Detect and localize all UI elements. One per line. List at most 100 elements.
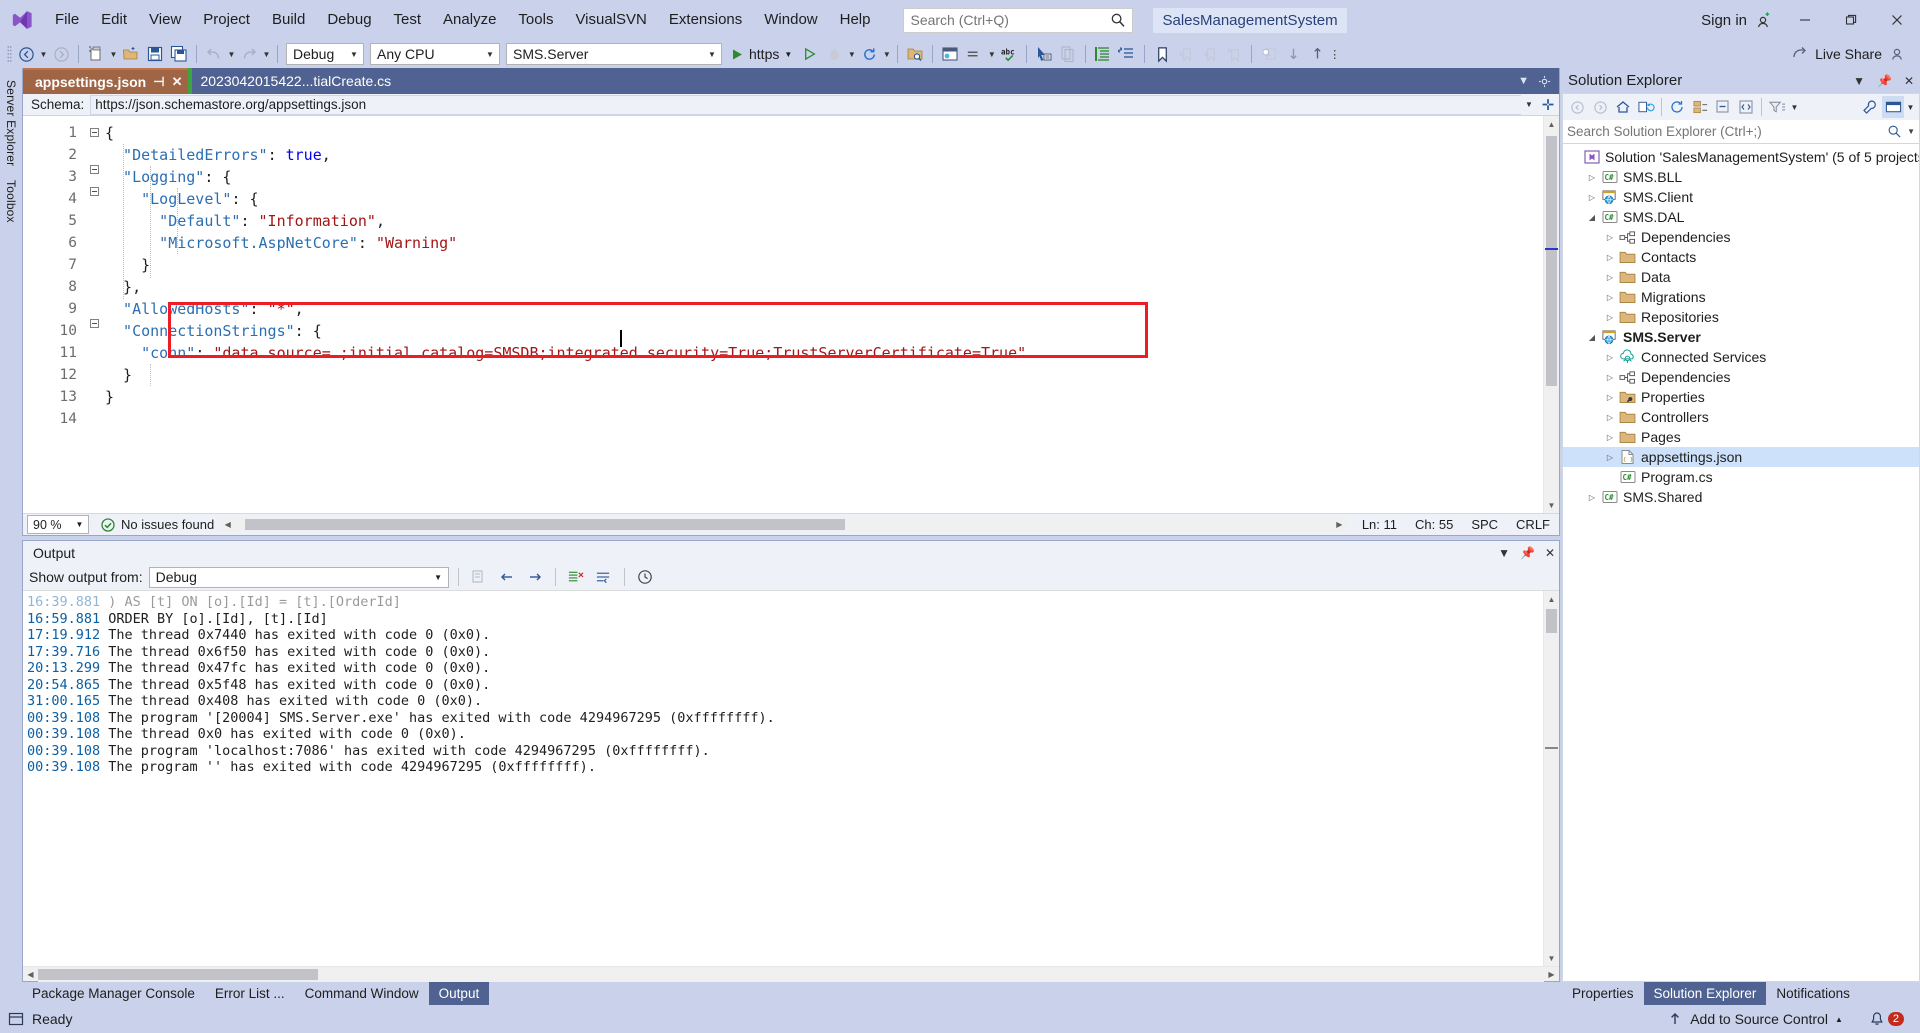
forward-button[interactable] <box>1589 96 1611 118</box>
chevron-right-icon[interactable]: ▷ <box>1603 433 1617 442</box>
fold-toggle-line-3[interactable] <box>89 165 99 174</box>
code-line[interactable]: { <box>105 122 1543 144</box>
window-layout-button[interactable] <box>938 42 962 66</box>
issues-indicator[interactable]: No issues found <box>101 517 214 532</box>
chevron-right-icon[interactable]: ▷ <box>1603 313 1617 322</box>
schema-dropdown-icon[interactable]: ▼ <box>1521 100 1537 109</box>
sidebar-item-toolbox[interactable]: Toolbox <box>4 180 18 223</box>
tab-list-dropdown-icon[interactable]: ▼ <box>1518 75 1529 87</box>
code-text[interactable]: { "DetailedErrors": true, "Logging": { "… <box>105 116 1543 513</box>
filter-dropdown-icon[interactable]: ▼ <box>1789 103 1800 112</box>
new-project-dropdown[interactable]: ▼ <box>108 50 119 59</box>
code-line[interactable]: } <box>105 364 1543 386</box>
dock-tab-output[interactable]: Output <box>428 982 490 1005</box>
menu-analyze[interactable]: Analyze <box>432 0 507 40</box>
solution-tree[interactable]: Solution 'SalesManagementSystem' (5 of 5… <box>1562 144 1920 982</box>
code-line[interactable]: "LogLevel": { <box>105 188 1543 210</box>
chevron-right-icon[interactable]: ▷ <box>1603 353 1617 362</box>
tree-item[interactable]: ▷ Connected Services <box>1563 347 1919 367</box>
tree-item[interactable]: ▷ Dependencies <box>1563 367 1919 387</box>
sidebar-item-server-explorer[interactable]: Server Explorer <box>4 80 18 166</box>
chevron-right-icon[interactable]: ▷ <box>1603 373 1617 382</box>
scroll-up-icon[interactable]: ▲ <box>1544 116 1559 132</box>
schema-value[interactable]: https://json.schemastore.org/appsettings… <box>90 94 1521 115</box>
undo-button[interactable] <box>202 42 226 66</box>
dock-tab-solution-explorer[interactable]: Solution Explorer <box>1643 982 1767 1005</box>
hscroll-track[interactable] <box>235 517 1332 532</box>
preview-selected-items-button[interactable] <box>1882 96 1904 118</box>
view-code-button[interactable] <box>1735 96 1757 118</box>
tree-item[interactable]: ◢ SMS.Server <box>1563 327 1919 347</box>
output-dropdown-icon[interactable]: ▼ <box>1498 546 1510 560</box>
code-line[interactable]: "AllowedHosts": "*", <box>105 298 1543 320</box>
output-source-combo[interactable]: Debug ▼ <box>148 566 449 588</box>
search-icon[interactable] <box>1887 124 1902 139</box>
code-line[interactable]: } <box>105 254 1543 276</box>
chevron-right-icon[interactable]: ▷ <box>1603 233 1617 242</box>
solution-platform-combo[interactable]: Any CPU ▼ <box>370 43 500 65</box>
chevron-right-icon[interactable]: ▷ <box>1585 193 1599 202</box>
output-hscroll-track[interactable] <box>38 966 1544 982</box>
undo-dropdown[interactable]: ▼ <box>226 50 237 59</box>
redo-button[interactable] <box>237 42 261 66</box>
properties-button[interactable] <box>1859 96 1881 118</box>
find-all-references-button[interactable] <box>1257 42 1281 66</box>
refresh-button[interactable] <box>857 42 881 66</box>
clear-bookmarks-button[interactable] <box>1222 42 1246 66</box>
back-button[interactable] <box>1566 96 1588 118</box>
chevron-right-icon[interactable]: ▷ <box>1603 413 1617 422</box>
tree-item[interactable]: C# Program.cs <box>1563 467 1919 487</box>
tab-initial-create-cs[interactable]: 2023042015422...tialCreate.cs <box>188 68 398 94</box>
go-to-next-message-button[interactable] <box>524 566 546 588</box>
hot-reload-button[interactable] <box>822 42 846 66</box>
home-button[interactable] <box>1612 96 1634 118</box>
code-line[interactable]: "Microsoft.AspNetCore": "Warning" <box>105 232 1543 254</box>
code-line[interactable]: }, <box>105 276 1543 298</box>
editor-vertical-scrollbar[interactable]: ▲ ▼ <box>1543 116 1559 513</box>
tab-settings-gear-icon[interactable] <box>1538 75 1551 88</box>
menu-extensions[interactable]: Extensions <box>658 0 753 40</box>
chevron-right-icon[interactable]: ▷ <box>1603 253 1617 262</box>
menu-window[interactable]: Window <box>753 0 828 40</box>
scrollbar-thumb[interactable] <box>1546 136 1557 386</box>
solution-search-input[interactable] <box>1567 124 1888 139</box>
solution-explorer-search[interactable]: ▼ <box>1562 120 1920 144</box>
back-dropdown[interactable]: ▼ <box>38 50 49 59</box>
chevron-right-icon[interactable]: ▷ <box>1603 453 1617 462</box>
output-vertical-scrollbar[interactable]: ▲ ▼ <box>1543 591 1559 966</box>
comment-button[interactable] <box>1115 42 1139 66</box>
pin-tab-icon[interactable]: ⊣ <box>153 74 164 90</box>
tree-item[interactable]: ▷ Dependencies <box>1563 227 1919 247</box>
go-to-previous-message-button[interactable] <box>496 566 518 588</box>
align-dropdown[interactable]: ▼ <box>986 50 997 59</box>
toolbar-overflow-button[interactable]: ⋮ <box>1329 48 1340 61</box>
fold-toggle-line-1[interactable] <box>89 128 99 137</box>
tree-item[interactable]: Solution 'SalesManagementSystem' (5 of 5… <box>1563 147 1919 167</box>
tree-item[interactable]: ▷ Properties <box>1563 387 1919 407</box>
dock-tab-package-manager-console[interactable]: Package Manager Console <box>22 982 205 1005</box>
code-line[interactable]: "Default": "Information", <box>105 210 1543 232</box>
toolbar-grip[interactable] <box>4 44 14 64</box>
toggle-word-wrap-button[interactable] <box>593 566 615 588</box>
menu-build[interactable]: Build <box>261 0 316 40</box>
scroll-up-icon[interactable]: ▲ <box>1544 591 1559 607</box>
code-line[interactable]: "Logging": { <box>105 166 1543 188</box>
tree-item[interactable]: ▷ SMS.Client <box>1563 187 1919 207</box>
sync-with-active-document-button[interactable] <box>1635 96 1657 118</box>
fold-toggle-line-10[interactable] <box>89 319 99 328</box>
chevron-down-icon[interactable]: ◢ <box>1585 213 1599 222</box>
menu-visualsvn[interactable]: VisualSVN <box>564 0 657 40</box>
tree-item[interactable]: ▷ C# SMS.BLL <box>1563 167 1919 187</box>
save-button[interactable] <box>143 42 167 66</box>
filter-button[interactable] <box>1766 96 1788 118</box>
tree-item[interactable]: ▷ C# SMS.Shared <box>1563 487 1919 507</box>
move-up-button[interactable] <box>1305 42 1329 66</box>
zoom-level-combo[interactable]: 90 % ▼ <box>27 515 89 534</box>
quick-search-box[interactable] <box>903 7 1134 33</box>
sign-in-button[interactable]: Sign in <box>1691 11 1782 29</box>
collapse-all-button[interactable] <box>1712 96 1734 118</box>
code-editor-surface[interactable]: 1 2 3 4 5 6 7 8 9 10 11 12 13 14 {"Deta… <box>23 116 1559 513</box>
code-line[interactable]: "conn": "data source=.;initial catalog=S… <box>105 342 1543 364</box>
start-debugging-button[interactable]: https ▼ <box>725 42 798 66</box>
output-text-area[interactable]: 16:39.881 ) AS [t] ON [o].[Id] = [t].[Or… <box>23 591 1559 966</box>
